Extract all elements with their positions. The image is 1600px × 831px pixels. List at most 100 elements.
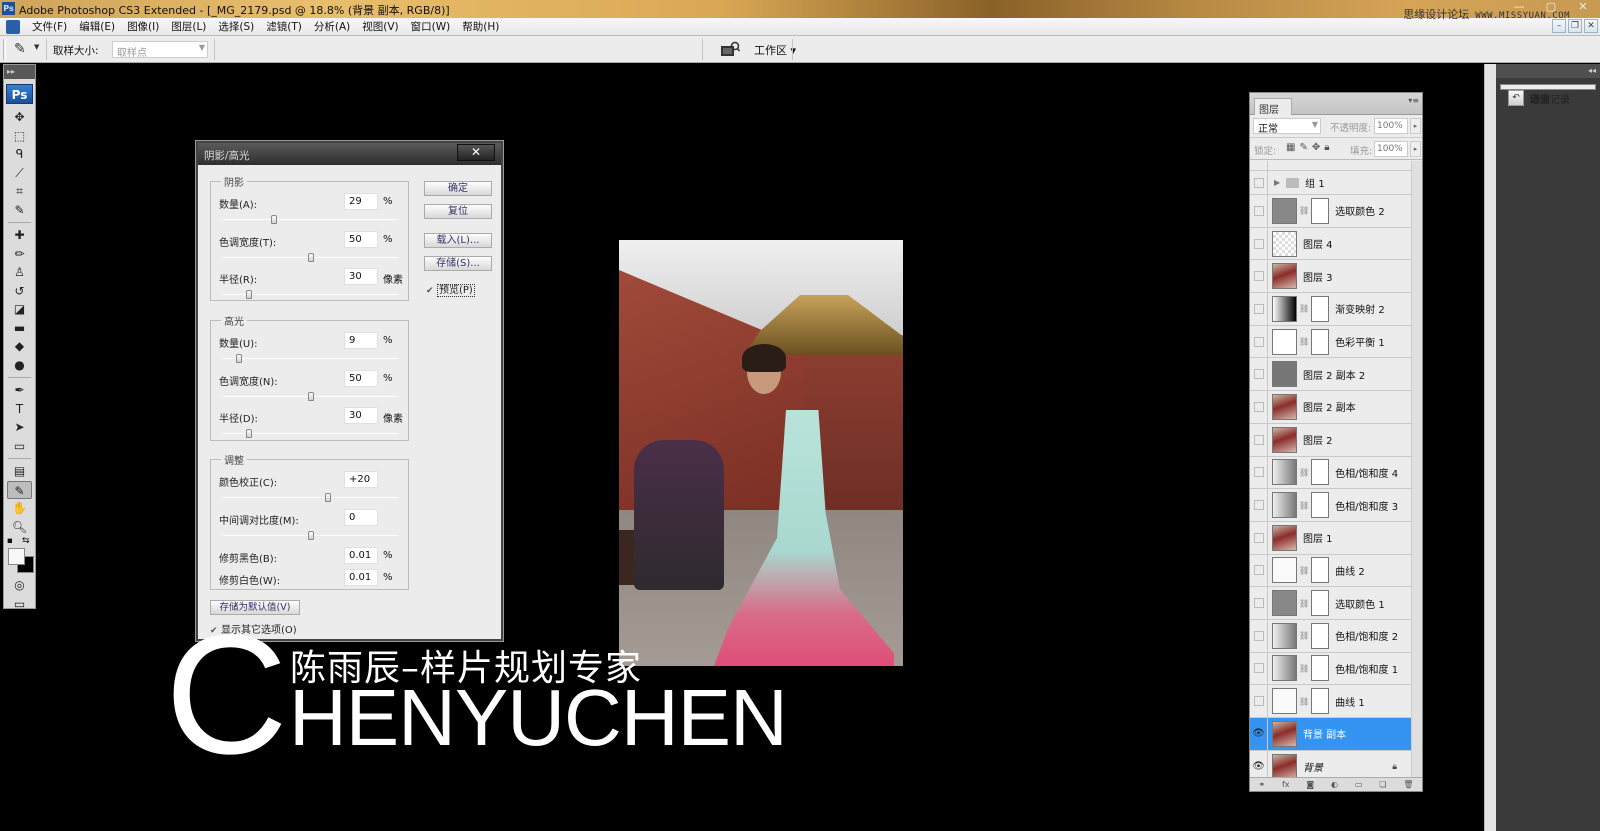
adjustment-thumbnail[interactable] bbox=[1272, 655, 1297, 682]
visibility-toggle[interactable] bbox=[1250, 489, 1268, 521]
layer-row[interactable]: ⛓ 曲线 1 bbox=[1250, 685, 1411, 718]
lock-all-icon[interactable]: 🔒︎ bbox=[1324, 142, 1333, 153]
adjustment-thumbnail[interactable] bbox=[1272, 557, 1297, 584]
adjustment-thumbnail[interactable] bbox=[1272, 622, 1297, 649]
layer-row[interactable]: 👁︎ 背景 副本 bbox=[1250, 718, 1411, 751]
sample-size-select[interactable]: 取样点 ▼ bbox=[112, 41, 208, 59]
layer-row[interactable]: 图层 2 副本 bbox=[1250, 391, 1411, 424]
doc-restore-button[interactable]: ❐ bbox=[1568, 19, 1582, 33]
brush-tool[interactable]: ✏ bbox=[4, 245, 35, 264]
layer-thumbnail[interactable] bbox=[1272, 263, 1297, 290]
ok-button[interactable]: 确定 bbox=[424, 181, 492, 196]
canvas-image[interactable] bbox=[619, 240, 903, 666]
highlight-tonal-width-slider[interactable] bbox=[223, 392, 398, 401]
layer-mask-thumbnail[interactable] bbox=[1311, 655, 1330, 682]
shadow-radius-slider[interactable] bbox=[223, 290, 398, 299]
adjustment-thumbnail[interactable] bbox=[1272, 492, 1297, 519]
layer-thumbnail[interactable] bbox=[1272, 524, 1297, 551]
path-selection-tool[interactable]: ➤ bbox=[4, 418, 35, 437]
layer-mask-thumbnail[interactable] bbox=[1311, 557, 1330, 584]
layer-row[interactable]: 图层 1 bbox=[1250, 521, 1411, 555]
chain-link-icon[interactable]: ⛓ bbox=[1299, 599, 1309, 608]
visibility-toggle[interactable] bbox=[1250, 227, 1268, 260]
marquee-tool[interactable]: ⬚ bbox=[4, 127, 35, 146]
visibility-toggle[interactable] bbox=[1250, 358, 1268, 391]
highlight-amount-slider[interactable] bbox=[223, 354, 398, 363]
layer-row[interactable]: ⛓ 色相/饱和度 4 bbox=[1250, 456, 1411, 490]
quick-selection-tool[interactable]: ⟋ bbox=[4, 164, 35, 183]
ps-logo[interactable]: Ps bbox=[6, 84, 33, 104]
layer-row[interactable]: ⛓ 曲线 2 bbox=[1250, 554, 1411, 588]
layer-thumbnail[interactable] bbox=[1272, 720, 1297, 747]
clone-stamp-tool[interactable]: ♙ bbox=[4, 263, 35, 282]
chain-link-icon[interactable]: ⛓ bbox=[1299, 631, 1309, 640]
chain-link-icon[interactable]: ⛓ bbox=[1299, 664, 1309, 673]
reset-button[interactable]: 复位 bbox=[424, 204, 492, 219]
fx-icon[interactable]: fx bbox=[1282, 780, 1290, 789]
layer-mask-thumbnail[interactable] bbox=[1311, 295, 1330, 322]
layers-scrollbar[interactable] bbox=[1411, 161, 1422, 781]
adjustment-thumbnail[interactable] bbox=[1272, 328, 1297, 355]
trash-icon[interactable]: 🗑︎ bbox=[1403, 780, 1413, 789]
visibility-toggle[interactable]: 👁︎ bbox=[1250, 718, 1268, 750]
layer-mask-thumbnail[interactable] bbox=[1311, 622, 1330, 649]
layer-thumbnail[interactable] bbox=[1272, 753, 1297, 780]
slider-thumb[interactable] bbox=[235, 354, 242, 363]
slider-thumb[interactable] bbox=[307, 392, 314, 401]
zoom-tool[interactable]: 🔍︎ bbox=[4, 518, 35, 537]
chain-link-icon[interactable]: ⛓ bbox=[1299, 304, 1309, 313]
visibility-toggle[interactable] bbox=[1250, 619, 1268, 652]
screen-mode-button[interactable]: ▭ bbox=[4, 595, 35, 614]
shadow-amount-slider[interactable] bbox=[223, 215, 398, 224]
midtone-contrast-slider[interactable] bbox=[223, 531, 398, 540]
visibility-toggle[interactable] bbox=[1250, 161, 1268, 170]
visibility-toggle[interactable] bbox=[1250, 652, 1268, 685]
layer-row[interactable]: ⛓ 选取颜色 1 bbox=[1250, 587, 1411, 620]
menu-file[interactable]: 文件(F) bbox=[26, 19, 73, 34]
layer-row[interactable]: 图层 3 bbox=[1250, 260, 1411, 294]
adjustment-thumbnail[interactable] bbox=[1272, 590, 1297, 617]
visibility-toggle[interactable] bbox=[1250, 171, 1268, 194]
opacity-input[interactable]: 100% bbox=[1374, 118, 1408, 134]
slider-thumb[interactable] bbox=[246, 290, 253, 299]
menu-layer[interactable]: 图层(L) bbox=[165, 19, 212, 34]
eyedropper-tool[interactable]: ✎ bbox=[7, 480, 32, 499]
layer-mask-thumbnail[interactable] bbox=[1311, 328, 1330, 355]
adjustment-thumbnail[interactable] bbox=[1272, 197, 1297, 224]
canvas-vertical-scrollbar[interactable] bbox=[1484, 64, 1496, 831]
visibility-toggle[interactable] bbox=[1250, 685, 1268, 717]
blend-mode-select[interactable]: 正常 ▼ bbox=[1253, 118, 1321, 135]
menu-view[interactable]: 视图(V) bbox=[356, 19, 404, 34]
layer-row[interactable]: ⛓ 色相/饱和度 3 bbox=[1250, 489, 1411, 522]
white-clip-input[interactable]: 0.01 bbox=[344, 569, 378, 586]
move-tool[interactable]: ✥ bbox=[4, 108, 35, 127]
midtone-contrast-input[interactable]: 0 bbox=[344, 509, 378, 526]
menu-help[interactable]: 帮助(H) bbox=[456, 19, 505, 34]
expand-group-icon[interactable]: ▶ bbox=[1274, 178, 1280, 187]
type-tool[interactable]: T bbox=[4, 400, 35, 419]
chain-link-icon[interactable]: ⛓ bbox=[1299, 206, 1309, 215]
layer-mask-thumbnail[interactable] bbox=[1311, 590, 1330, 617]
shadow-tonal-width-input[interactable]: 50 bbox=[344, 231, 378, 248]
tool-preset-arrow-icon[interactable]: ▼ bbox=[34, 43, 39, 51]
layer-row[interactable]: 图层 4 bbox=[1250, 227, 1411, 261]
adjustment-thumbnail[interactable] bbox=[1272, 459, 1297, 486]
menu-edit[interactable]: 编辑(E) bbox=[73, 19, 121, 34]
menu-select[interactable]: 选择(S) bbox=[212, 19, 260, 34]
quick-mask-button[interactable]: ◎ bbox=[4, 576, 35, 595]
chain-link-icon[interactable]: ⛓ bbox=[1299, 697, 1309, 706]
adjustment-thumbnail[interactable] bbox=[1272, 295, 1297, 322]
layer-row[interactable]: ⛓ 渐变映射 2 bbox=[1250, 293, 1411, 326]
group-icon[interactable]: ▭ bbox=[1355, 780, 1363, 789]
color-correction-input[interactable]: +20 bbox=[344, 471, 378, 488]
layer-mask-thumbnail[interactable] bbox=[1311, 197, 1330, 224]
layer-row-partial[interactable] bbox=[1250, 161, 1411, 171]
lock-pixels-icon[interactable]: ✎ bbox=[1299, 142, 1311, 153]
opacity-slider-button[interactable]: ▸ bbox=[1410, 118, 1421, 134]
slider-thumb[interactable] bbox=[325, 493, 331, 502]
chain-link-icon[interactable]: ⛓ bbox=[1299, 337, 1309, 346]
menu-image[interactable]: 图像(I) bbox=[121, 19, 165, 34]
highlight-radius-slider[interactable] bbox=[223, 429, 398, 438]
new-layer-icon[interactable]: ❏ bbox=[1379, 780, 1386, 789]
preview-checkbox[interactable]: ✔ 预览(P) bbox=[426, 281, 475, 297]
